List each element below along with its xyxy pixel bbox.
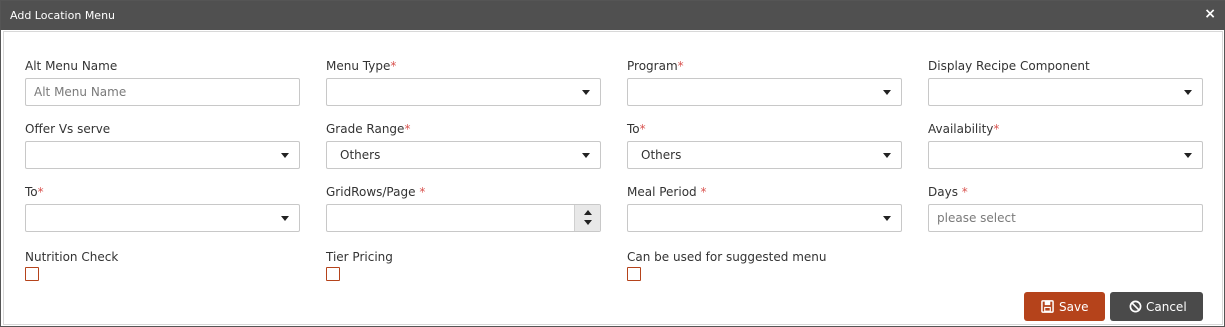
meal-period-select[interactable] <box>627 204 902 232</box>
number-spinner[interactable] <box>574 205 600 231</box>
days-field: Days * please select <box>928 184 1203 232</box>
display-recipe-component-label: Display Recipe Component <box>928 59 1090 73</box>
tier-pricing-checkbox[interactable] <box>326 267 340 281</box>
chevron-down-icon <box>281 153 289 158</box>
availability-to-label: To* <box>25 185 44 199</box>
program-label: Program* <box>627 59 684 73</box>
spin-down-icon[interactable] <box>584 220 592 225</box>
chevron-down-icon <box>883 216 891 221</box>
menu-type-label: Menu Type* <box>326 59 397 73</box>
chevron-down-icon <box>883 90 891 95</box>
close-icon[interactable]: × <box>1204 6 1216 22</box>
offer-vs-serve-label: Offer Vs serve <box>25 122 111 136</box>
alt-menu-name-label: Alt Menu Name <box>25 59 118 73</box>
grid-rows-page-label: GridRows/Page * <box>326 185 426 199</box>
program-select[interactable] <box>627 78 902 106</box>
meal-period-label: Meal Period * <box>627 185 707 199</box>
menu-type-select[interactable] <box>326 78 601 106</box>
tier-pricing-label: Tier Pricing <box>326 250 393 264</box>
grid-rows-page-input[interactable] <box>326 204 601 232</box>
days-placeholder: please select <box>937 211 1016 225</box>
grade-to-field: To* Others <box>627 121 902 169</box>
offer-vs-serve-field: Offer Vs serve <box>25 121 300 169</box>
days-multiselect[interactable]: please select <box>928 204 1203 232</box>
chevron-down-icon <box>281 216 289 221</box>
availability-field: Availability* <box>928 121 1203 169</box>
meal-period-field: Meal Period * <box>627 184 902 232</box>
cancel-button-label: Cancel <box>1146 300 1187 314</box>
save-button-label: Save <box>1059 300 1089 314</box>
suggested-menu-checkbox[interactable] <box>627 267 641 281</box>
days-label: Days * <box>928 185 968 199</box>
dialog-titlebar: Add Location Menu × <box>1 1 1225 30</box>
cancel-button[interactable]: Cancel <box>1110 292 1203 321</box>
tier-pricing-field: Tier Pricing <box>326 249 601 281</box>
availability-select[interactable] <box>928 141 1203 169</box>
display-recipe-component-field: Display Recipe Component <box>928 58 1203 106</box>
dialog-title: Add Location Menu <box>10 9 116 22</box>
ban-icon <box>1129 300 1142 313</box>
grade-to-select[interactable]: Others <box>627 141 902 169</box>
floppy-disk-icon <box>1041 300 1054 313</box>
grade-range-select[interactable]: Others <box>326 141 601 169</box>
availability-to-select[interactable] <box>25 204 300 232</box>
grade-range-label: Grade Range* <box>326 122 411 136</box>
display-recipe-component-select[interactable] <box>928 78 1203 106</box>
offer-vs-serve-select[interactable] <box>25 141 300 169</box>
nutrition-check-checkbox[interactable] <box>25 267 39 281</box>
chevron-down-icon <box>1184 153 1192 158</box>
dialog-body: Alt Menu Name Alt Menu Name Menu Type* P… <box>3 31 1223 325</box>
nutrition-check-label: Nutrition Check <box>25 250 119 264</box>
program-field: Program* <box>627 58 902 106</box>
chevron-down-icon <box>1184 90 1192 95</box>
suggested-menu-field: Can be used for suggested menu <box>627 249 902 281</box>
alt-menu-name-placeholder: Alt Menu Name <box>34 85 127 99</box>
alt-menu-name-field: Alt Menu Name Alt Menu Name <box>25 58 300 106</box>
save-button[interactable]: Save <box>1024 292 1105 321</box>
add-location-menu-dialog: Add Location Menu × Alt Menu Name Alt Me… <box>0 0 1225 327</box>
menu-type-field: Menu Type* <box>326 58 601 106</box>
grade-range-field: Grade Range* Others <box>326 121 601 169</box>
spin-up-icon[interactable] <box>584 210 592 215</box>
availability-label: Availability* <box>928 122 1000 136</box>
grade-to-label: To* <box>627 122 646 136</box>
alt-menu-name-input[interactable]: Alt Menu Name <box>25 78 300 106</box>
chevron-down-icon <box>883 153 891 158</box>
chevron-down-icon <box>582 153 590 158</box>
chevron-down-icon <box>582 90 590 95</box>
nutrition-check-field: Nutrition Check <box>25 249 300 281</box>
availability-to-field: To* <box>25 184 300 232</box>
grid-rows-page-field: GridRows/Page * <box>326 184 601 232</box>
suggested-menu-label: Can be used for suggested menu <box>627 250 827 264</box>
